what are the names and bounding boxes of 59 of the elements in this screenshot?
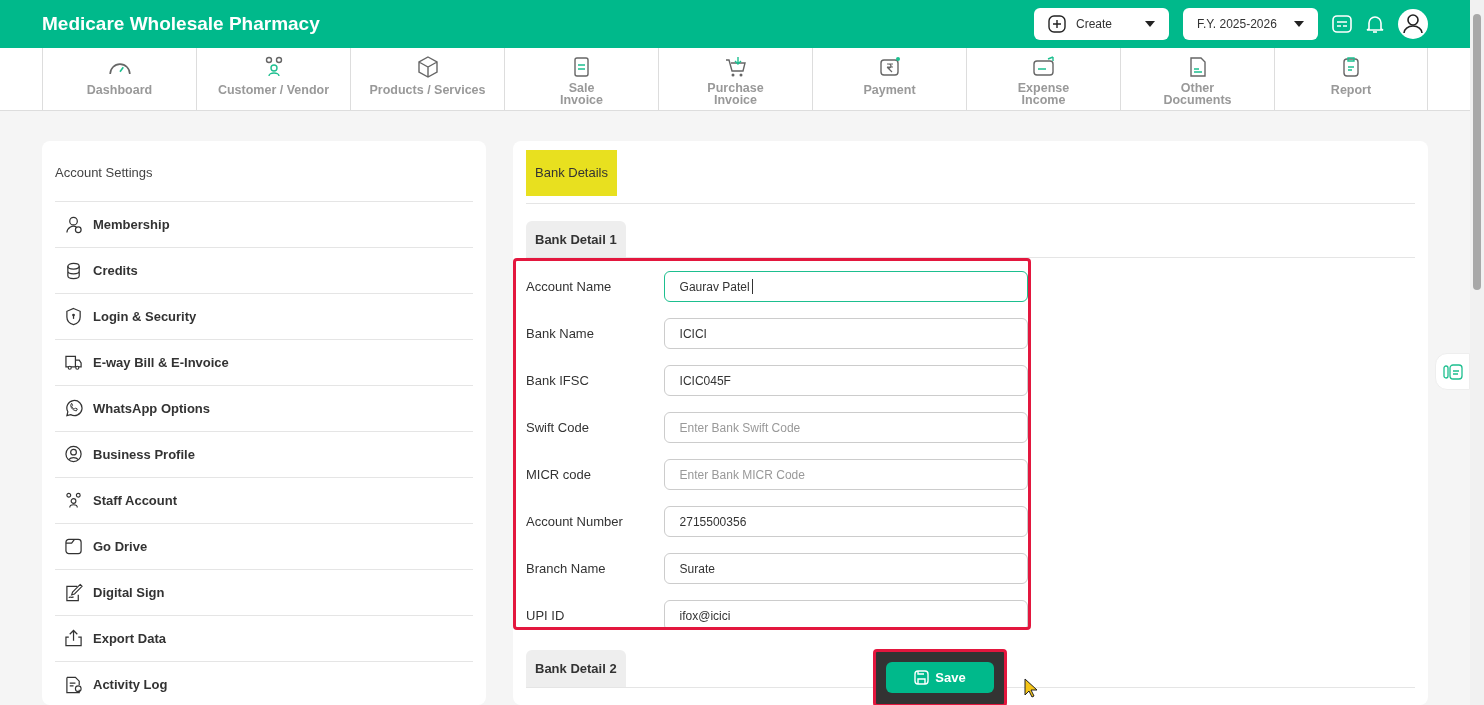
sidebar-item[interactable]: Credits — [55, 248, 473, 294]
log-icon — [65, 675, 83, 694]
field-label: UPI ID — [526, 607, 566, 625]
save-icon — [914, 670, 930, 685]
people-icon — [65, 491, 83, 510]
input-field[interactable]: Surate — [663, 553, 1028, 584]
shield-icon — [65, 307, 83, 326]
caret-icon — [1145, 21, 1155, 27]
section-tab[interactable]: Bank Detail 2 — [526, 650, 626, 687]
cart-icon — [723, 55, 748, 79]
plus-icon — [1048, 15, 1066, 33]
rupee-icon — [877, 55, 902, 79]
sidebar-item[interactable]: Staff Account — [55, 478, 473, 524]
user-circle-icon — [65, 445, 83, 464]
folder-icon — [65, 537, 83, 556]
sidebar-item[interactable]: WhatsApp Options — [55, 386, 473, 432]
section-tab[interactable]: Bank Detail 1 — [526, 220, 626, 257]
app-title: Medicare Wholesale Pharmacy — [42, 11, 320, 36]
year-select[interactable]: F.Y. 2025-2026 — [1183, 8, 1318, 40]
field-label: Swift Code — [526, 419, 590, 437]
text-cursor — [751, 279, 753, 294]
input-field[interactable]: ifox@icici — [663, 600, 1028, 630]
floating-docs-button[interactable] — [1435, 353, 1470, 390]
sidebar-item[interactable]: Activity Log — [55, 662, 473, 705]
input-field[interactable]: ICIC045F — [663, 365, 1028, 396]
notification-bell-icon[interactable] — [1366, 14, 1384, 34]
sidebar-item[interactable]: E-way Bill & E-Invoice — [55, 340, 473, 386]
sidebar-item[interactable]: Business Profile — [55, 432, 473, 478]
field-label: Bank Name — [526, 325, 595, 343]
card-icon — [1031, 55, 1056, 79]
field-label: Account Name — [526, 278, 613, 296]
field-label: Account Number — [526, 513, 624, 531]
field-label: Branch Name — [526, 560, 607, 578]
documents-icon — [1442, 363, 1463, 380]
sidebar-item[interactable]: Go Drive — [55, 524, 473, 570]
create-button[interactable]: Create — [1034, 8, 1169, 40]
panel-title: Bank Details — [526, 150, 617, 196]
caret-icon — [1294, 21, 1304, 27]
field-label: MICR code — [526, 466, 593, 484]
panel-title: Account Settings — [55, 164, 154, 182]
input-field[interactable]: 2715500356 — [663, 506, 1028, 537]
box-icon — [415, 55, 440, 79]
sidebar-item[interactable]: Digital Sign — [55, 570, 473, 616]
truck-icon — [65, 353, 83, 372]
mouse-pointer-icon — [1024, 678, 1038, 698]
sidebar-item[interactable]: Membership — [55, 202, 473, 248]
coins-icon — [65, 261, 83, 280]
avatar-icon[interactable] — [1398, 9, 1428, 39]
field-label: Bank IFSC — [526, 372, 590, 390]
user-icon — [65, 215, 83, 234]
signature-icon — [65, 583, 83, 602]
whatsapp-icon — [65, 399, 83, 418]
input-field[interactable]: Gaurav Patel — [663, 271, 1028, 302]
message-icon[interactable] — [1332, 15, 1352, 33]
gauge-icon — [108, 63, 131, 75]
upload-icon — [65, 629, 83, 648]
sidebar-item[interactable]: Export Data — [55, 616, 473, 662]
input-field[interactable]: ICICI — [663, 318, 1028, 349]
sidebar-item[interactable]: Login & Security — [55, 294, 473, 340]
